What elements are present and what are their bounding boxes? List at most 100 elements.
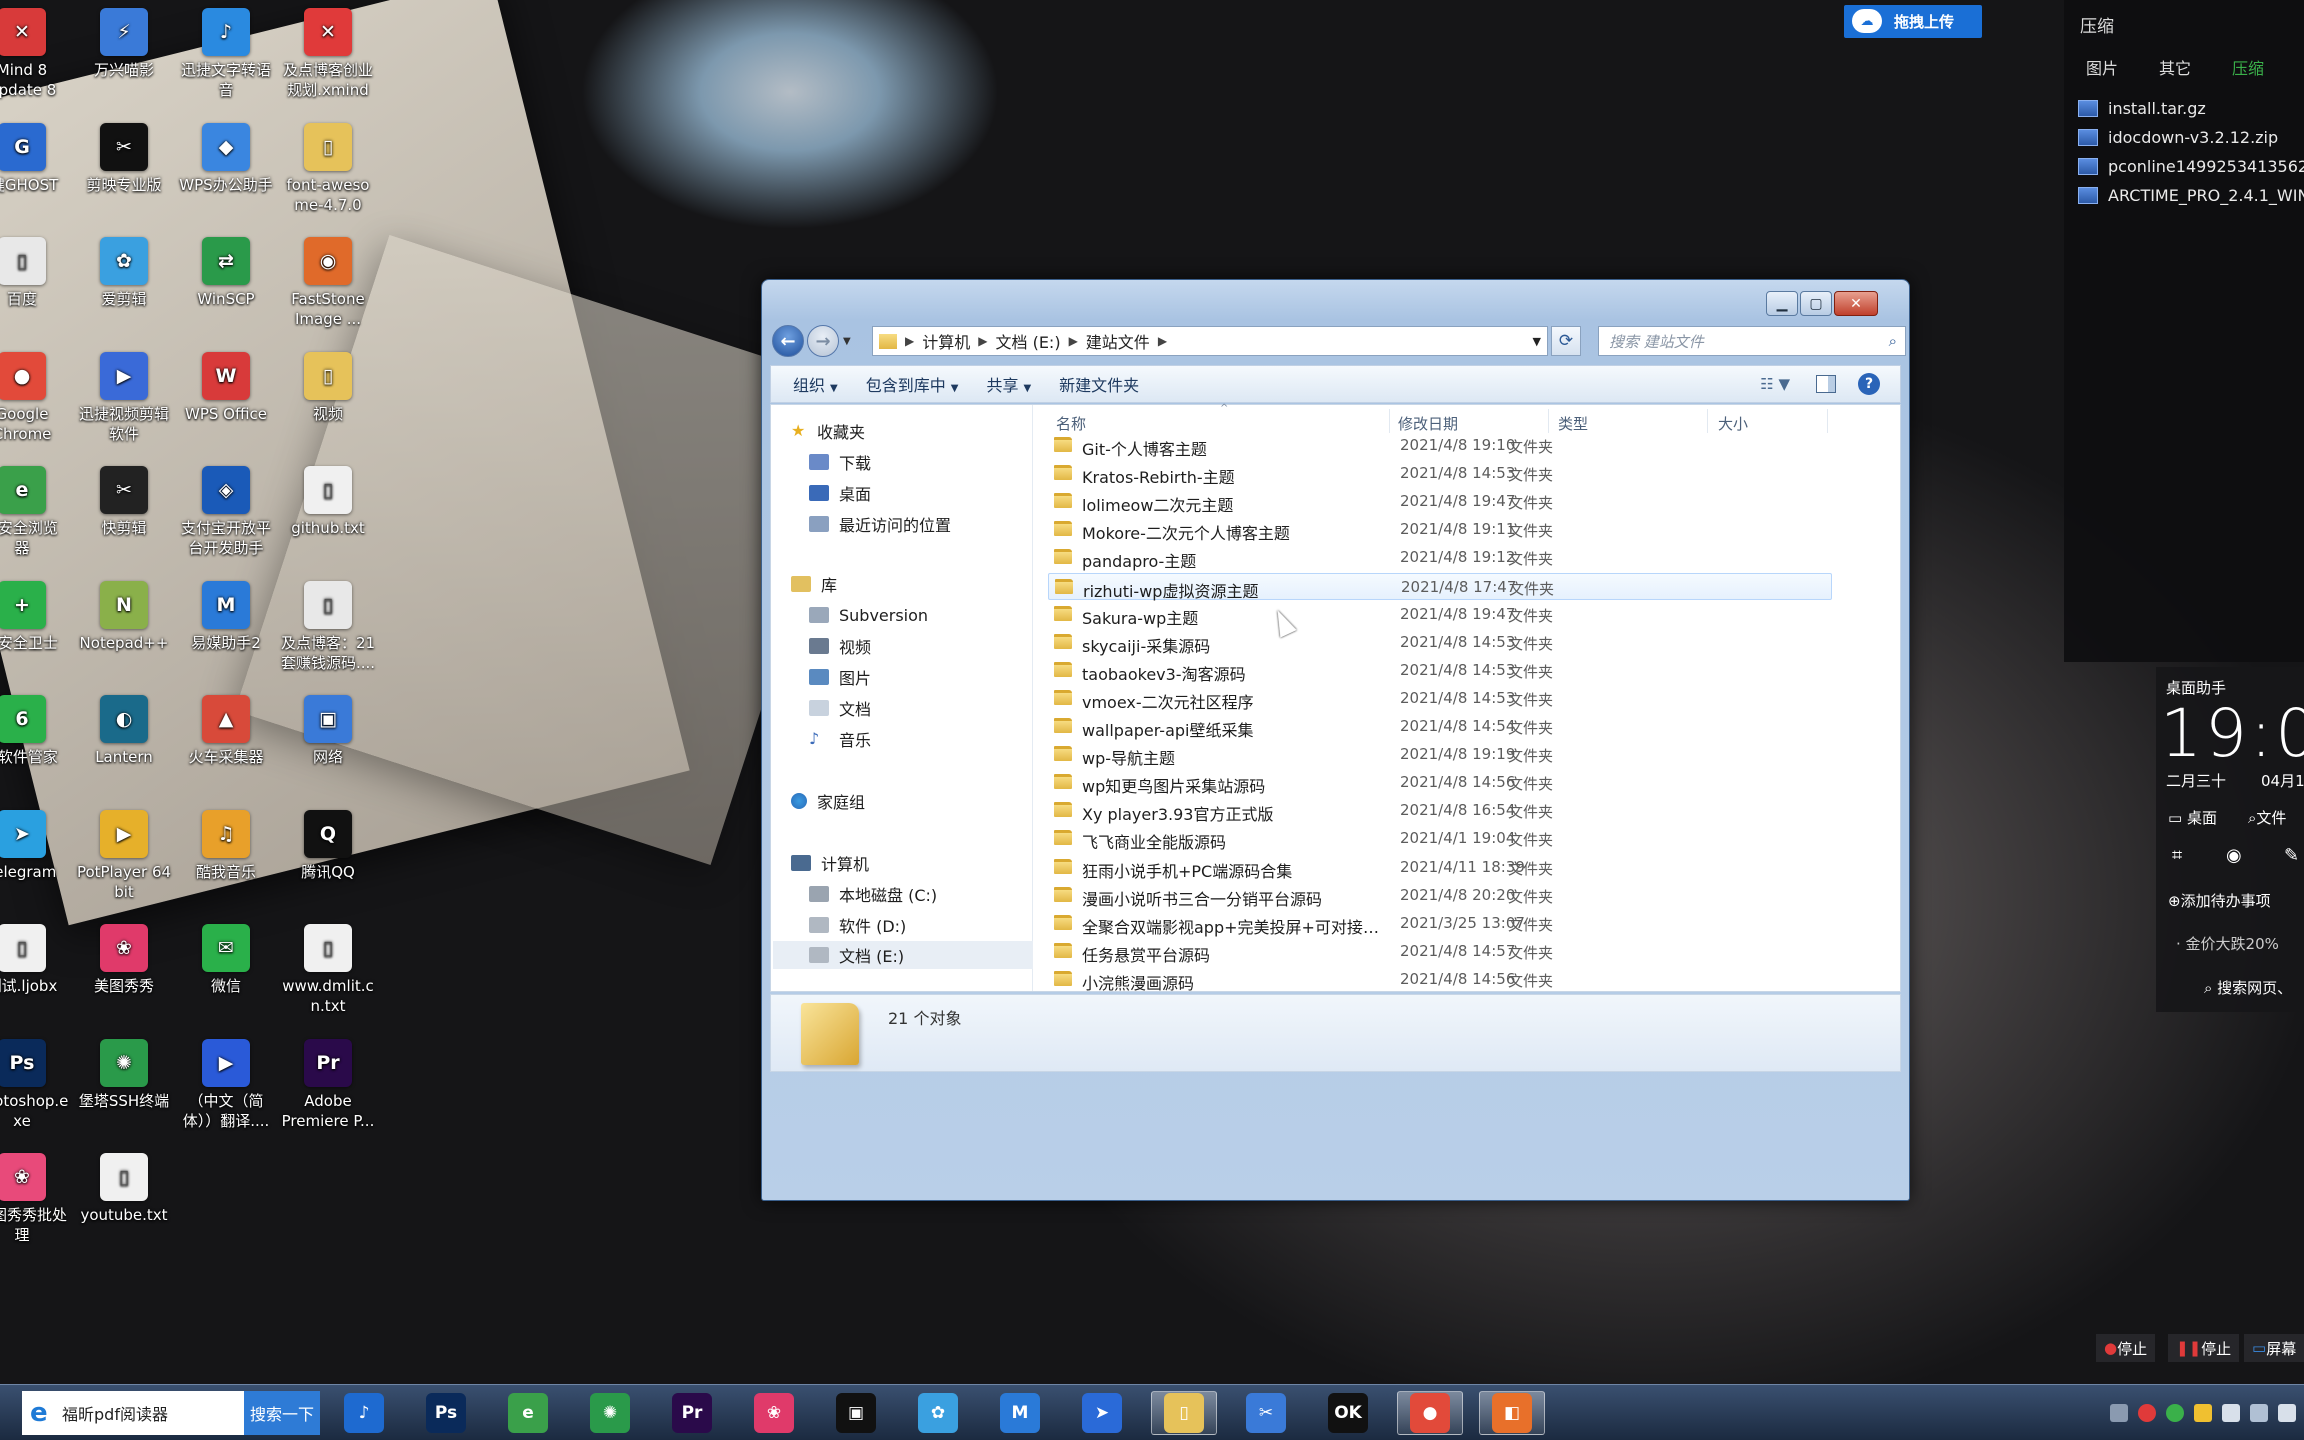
nav-music[interactable]: ♪ 音乐 <box>809 725 871 753</box>
nav-disk-e[interactable]: 文档 (E:) <box>773 941 1033 969</box>
file-row[interactable]: Sakura-wp主题 2021/4/8 19:47 文件夹 <box>1048 601 1832 628</box>
nav-favorites[interactable]: ★ 收藏夹 <box>791 417 865 445</box>
help-icon[interactable]: ? <box>1858 373 1880 395</box>
file-row[interactable]: skycaiji-采集源码 2021/4/8 14:53 文件夹 <box>1048 629 1832 656</box>
desktop-icon[interactable]: Gi键GHOST <box>0 122 72 195</box>
file-row[interactable]: 全聚合双端影视app+完美投屏+可对接C... 2021/3/25 13:07 文件… <box>1048 910 1832 937</box>
column-divider[interactable] <box>1827 409 1828 433</box>
desktop-icon[interactable]: 6 O软件管家 <box>0 695 72 767</box>
file-row[interactable]: 飞飞商业全能版源码 2021/4/1 19:04 文件夹 <box>1048 825 1832 852</box>
desktop-icon[interactable]: M 易媒助手2 <box>176 580 276 653</box>
column-size[interactable]: 大小 <box>1718 413 1748 434</box>
view-options-icon[interactable]: ☷ ▼ <box>1760 375 1790 393</box>
stop-button[interactable]: ❚❚ 停止 <box>2168 1334 2240 1362</box>
taskbar-search-input[interactable]: e 福昕pdf阅读器 <box>22 1391 244 1435</box>
nav-documents[interactable]: 文档 <box>809 694 871 722</box>
desktop-icon[interactable]: ▲ 火车采集器 <box>176 695 276 767</box>
tray-icon[interactable] <box>2110 1404 2128 1422</box>
desktop-icon[interactable]: ▶ （中文（简 体））翻译.... <box>176 1038 276 1131</box>
tray-icon[interactable] <box>2194 1404 2212 1422</box>
column-modified[interactable]: 修改日期 <box>1398 413 1458 434</box>
desktop-icon[interactable]: ✺ 堡塔SSH终端 <box>74 1038 174 1111</box>
file-row[interactable]: wallpaper-api壁纸采集 2021/4/8 14:54 文件夹 <box>1048 713 1832 740</box>
file-row[interactable]: 小浣熊漫画源码 2021/4/8 14:56 文件夹 <box>1048 966 1832 993</box>
desktop-icon[interactable]: ▣ 网络 <box>278 695 378 767</box>
desktop-icon[interactable]: W WPS Office <box>176 351 276 424</box>
file-row[interactable]: 漫画小说听书三合一分销平台源码 2021/4/8 20:20 文件夹 <box>1048 882 1832 909</box>
desktop-icon[interactable]: ⇄ WinSCP <box>176 237 276 309</box>
preview-pane-icon[interactable] <box>1816 375 1836 393</box>
file-row[interactable]: taobaokev3-淘客源码 2021/4/8 14:53 文件夹 <box>1048 657 1832 684</box>
file-row[interactable]: Xy player3.93官方正式版 2021/4/8 16:54 文件夹 <box>1048 797 1832 824</box>
taskbar-app-button[interactable]: ◧ <box>1479 1391 1545 1435</box>
tray-icon[interactable] <box>2166 1404 2184 1422</box>
taskbar-app-button[interactable]: ➤ <box>1069 1391 1135 1435</box>
taskbar-app-button[interactable]: ▣ <box>823 1391 889 1435</box>
nav-computer[interactable]: 计算机 <box>791 849 869 877</box>
add-todo-button[interactable]: ⊕添加待办事项 <box>2168 890 2271 911</box>
desktop-icon[interactable]: ▶ PotPlayer 64 bit <box>74 809 174 902</box>
taskbar-app-button[interactable]: ✺ <box>577 1391 643 1435</box>
tab-images[interactable]: 图片 <box>2086 55 2118 79</box>
file-row[interactable]: 狂雨小说手机+PC端源码合集 2021/4/11 18:39 文件夹 <box>1048 854 1832 881</box>
desktop-icon[interactable]: ✉ 微信 <box>176 924 276 996</box>
taskbar-app-button[interactable]: e <box>495 1391 561 1435</box>
minimize-button[interactable]: ▁ <box>1766 291 1798 316</box>
new-folder-button[interactable]: 新建文件夹 <box>1045 372 1153 396</box>
nav-disk-c[interactable]: 本地磁盘 (C:) <box>809 880 937 908</box>
column-type[interactable]: 类型 <box>1558 413 1588 434</box>
file-row[interactable]: Kratos-Rebirth-主题 2021/4/8 14:53 文件夹 <box>1048 460 1832 487</box>
desktop-icon[interactable]: Ps Photoshop.e xe <box>0 1038 72 1131</box>
history-dropdown-icon[interactable]: ▼ <box>843 336 851 347</box>
taskbar-app-button[interactable]: Ps <box>413 1391 479 1435</box>
nav-subversion[interactable]: Subversion <box>809 601 928 629</box>
desktop-icon[interactable]: ◐ Lantern <box>74 695 174 767</box>
desktop-icon[interactable]: ❀ 美图秀秀批处 理 <box>0 1153 72 1245</box>
desktop-icon[interactable]: Pr Adobe Premiere P... <box>278 1038 378 1131</box>
tray-icon[interactable] <box>2222 1404 2240 1422</box>
desktop-icon[interactable]: ▶ 迅捷视频剪辑 软件 <box>74 351 174 444</box>
organize-menu[interactable]: 组织 ▼ <box>779 372 852 396</box>
nav-desktop[interactable]: 桌面 <box>809 479 871 507</box>
compress-file[interactable]: install.tar.gz <box>2078 95 2206 121</box>
taskbar-app-button[interactable]: OK <box>1315 1391 1381 1435</box>
desktop-icon[interactable]: ◆ WPS办公助手 <box>176 122 276 195</box>
tray-icon[interactable] <box>2138 1404 2156 1422</box>
desktop-icon[interactable]: ✂ 快剪辑 <box>74 466 174 538</box>
nav-libraries[interactable]: 库 <box>791 570 837 598</box>
file-row[interactable]: vmoex-二次元社区程序 2021/4/8 14:53 文件夹 <box>1048 685 1832 712</box>
desktop-button[interactable]: ▭ 桌面 <box>2168 807 2217 828</box>
web-search-button[interactable]: ⌕ 搜索网页、 <box>2204 977 2292 998</box>
nav-disk-d[interactable]: 软件 (D:) <box>809 911 906 939</box>
taskbar-app-button[interactable]: ✂ <box>1233 1391 1299 1435</box>
desktop-icon[interactable]: Q 腾讯QQ <box>278 809 378 882</box>
desktop-icon[interactable]: ▯ 测试.ljobx <box>0 924 72 996</box>
column-divider[interactable] <box>1548 409 1549 433</box>
taskbar-app-button[interactable]: ✿ <box>905 1391 971 1435</box>
eye-icon[interactable]: ◉ <box>2226 845 2242 866</box>
tab-compress[interactable]: 压缩 <box>2232 55 2264 79</box>
compress-file[interactable]: idocdown-v3.2.12.zip <box>2078 124 2278 150</box>
desktop-icon[interactable]: ▯ 百度 <box>0 237 72 309</box>
file-row[interactable]: rizhuti-wp虚拟资源主题 2021/4/8 17:47 文件夹 <box>1048 572 1832 601</box>
desktop-icon[interactable]: ▯ youtube.txt <box>74 1153 174 1225</box>
nav-pictures[interactable]: 图片 <box>809 663 871 691</box>
taskbar-search-button[interactable]: 搜索一下 <box>244 1391 320 1435</box>
back-button[interactable]: ← <box>772 325 804 357</box>
desktop-icon[interactable]: + O安全卫士 <box>0 580 72 653</box>
column-divider[interactable] <box>1707 409 1708 433</box>
nav-downloads[interactable]: 下载 <box>809 448 871 476</box>
desktop-icon[interactable]: ▯ www.dmlit.c n.txt <box>278 924 378 1016</box>
nav-videos[interactable]: 视频 <box>809 632 871 660</box>
desktop-icon[interactable]: ◈ 支付宝开放平 台开发助手 <box>176 466 276 558</box>
file-row[interactable]: Mokore-二次元个人博客主题 2021/4/8 19:11 文件夹 <box>1048 516 1832 543</box>
desktop-icon[interactable]: ➤ Telegram <box>0 809 72 882</box>
file-row[interactable]: 任务悬赏平台源码 2021/4/8 14:57 文件夹 <box>1048 938 1832 965</box>
share-menu[interactable]: 共享 ▼ <box>972 372 1045 396</box>
desktop-icon[interactable]: N Notepad++ <box>74 580 174 653</box>
tray-icon[interactable] <box>2250 1404 2268 1422</box>
desktop-icon[interactable]: ▯ 视频 <box>278 351 378 424</box>
edit-icon[interactable]: ✎ <box>2284 845 2299 866</box>
desktop-icon[interactable]: ⚡ 万兴喵影 <box>74 8 174 80</box>
desktop-icon[interactable]: ❀ 美图秀秀 <box>74 924 174 996</box>
